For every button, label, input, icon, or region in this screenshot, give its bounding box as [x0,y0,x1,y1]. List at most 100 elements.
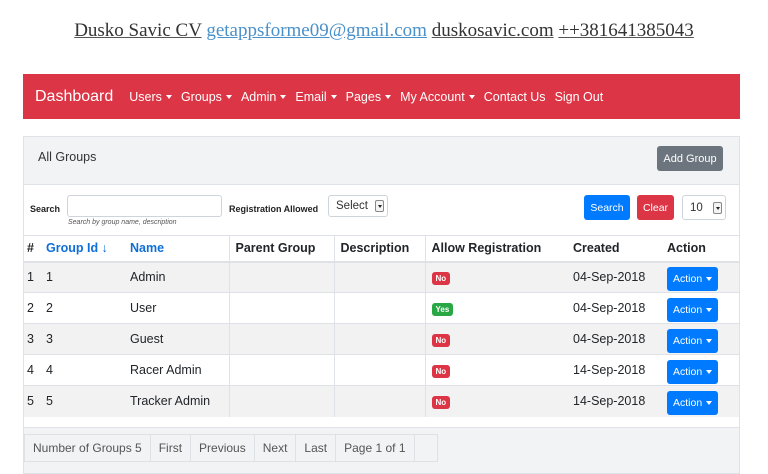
row-number: 1 [24,261,40,293]
created-cell: 14-Sep-2018 [567,385,661,417]
pagination-spacer [415,435,437,461]
nav-item-pages[interactable]: Pages [345,89,392,104]
pagination-first[interactable]: First [151,435,192,461]
action-dropdown-button[interactable]: Action [667,359,719,384]
allow-registration-cell: No [424,323,567,355]
group-id-cell: 4 [40,354,124,386]
row-number: 2 [24,292,40,324]
parent-group-cell [228,261,334,293]
group-id-cell: 5 [40,385,124,417]
action-dropdown-button[interactable]: Action [667,328,719,353]
nav-item-sign-out[interactable]: Sign Out [555,90,604,104]
action-cell: Action [661,261,739,293]
col-header-group-id[interactable]: Group Id ↓ [40,235,124,263]
caret-down-icon [280,94,287,99]
search-hint: Search by group name, description [68,219,177,226]
groups-card: All Groups Add Group Search Search by gr… [23,136,740,474]
chevron-down-icon [375,200,384,212]
parent-group-cell [228,385,334,417]
table-row: 2 2 User Yes 04-Sep-2018 Action [24,292,739,324]
action-cell: Action [661,354,739,386]
nav-item-admin[interactable]: Admin [240,89,287,104]
chevron-down-icon [713,201,722,214]
action-label: Action [673,272,703,285]
row-number: 4 [24,354,40,386]
cv-header: Dusko Savic CV getappsforme09@gmail.com … [0,20,768,42]
action-label: Action [673,334,703,347]
action-label: Action [673,365,703,378]
clear-button[interactable]: Clear [637,195,674,220]
description-cell [333,292,425,324]
nav-brand-dashboard[interactable]: Dashboard [35,88,113,106]
pagination-last[interactable]: Last [296,435,337,461]
cv-name: Dusko Savic CV [74,20,202,41]
row-number: 5 [24,385,40,417]
status-badge: No [431,364,451,378]
action-dropdown-button[interactable]: Action [667,390,719,415]
nav-item-users[interactable]: Users [129,90,172,104]
status-badge: No [431,395,451,409]
nav-item-label: Sign Out [554,89,604,104]
action-cell: Action [661,292,739,324]
description-cell [333,385,425,417]
action-dropdown-button[interactable]: Action [667,266,719,291]
pagination-previous[interactable]: Previous [191,435,255,461]
card-title: All Groups [38,150,97,164]
action-dropdown-button[interactable]: Action [667,297,719,322]
created-cell: 04-Sep-2018 [567,323,661,355]
nav-item-label: Admin [240,89,277,104]
page-size-value: 10 [690,201,703,214]
caret-down-icon [165,94,172,99]
nav-item-label: My Account [400,89,465,104]
action-cell: Action [661,385,739,417]
allow-registration-cell: No [424,261,567,293]
created-cell: 04-Sep-2018 [567,261,661,293]
table-row: 5 5 Tracker Admin No 14-Sep-2018 Action [24,385,739,417]
caret-down-icon [706,369,713,374]
col-header-description: Description [333,235,425,263]
caret-down-icon [706,276,713,281]
description-cell [333,261,425,293]
caret-down-icon [330,94,337,99]
action-label: Action [673,396,703,409]
page-size-select[interactable]: 10 [682,195,726,220]
col-header-allow-registration: Allow Registration [424,235,567,263]
nav-item-label: Pages [345,89,382,104]
col-header-parent-group: Parent Group [228,235,334,263]
caret-down-icon [706,400,713,405]
nav-item-groups[interactable]: Groups [181,90,232,104]
nav-item-my-account[interactable]: My Account [400,90,475,104]
description-cell [333,323,425,355]
cv-site-link[interactable]: duskosavic.com [432,20,554,41]
col-header-name[interactable]: Name [124,235,229,263]
registration-allowed-select[interactable]: Select [328,195,388,217]
table-row: 4 4 Racer Admin No 14-Sep-2018 Action [24,354,739,386]
parent-group-cell [228,292,334,324]
parent-group-cell [228,323,334,355]
description-cell [333,354,425,386]
search-input[interactable] [67,195,222,217]
caret-down-icon [225,94,232,99]
nav-item-label: Groups [180,89,222,104]
search-button[interactable]: Search [584,195,630,220]
allow-registration-cell: No [424,354,567,386]
groups-table: # Group Id ↓ Name Parent Group Descripti… [24,235,739,417]
table-row: 1 1 Admin No 04-Sep-2018 Action [24,261,739,293]
group-name-cell: User [124,292,229,324]
parent-group-cell [228,354,334,386]
group-id-cell: 1 [40,261,124,293]
created-cell: 04-Sep-2018 [567,292,661,324]
status-badge: No [431,271,451,285]
pagination-next[interactable]: Next [255,435,297,461]
group-name-cell: Guest [124,323,229,355]
cv-email-link[interactable]: getappsforme09@gmail.com [206,20,427,41]
group-id-cell: 3 [40,323,124,355]
col-header-action: Action [661,235,739,263]
nav-item-email[interactable]: Email [295,90,337,104]
pagination: Number of Groups 5 First Previous Next L… [24,434,438,462]
nav-item-contact-us[interactable]: Contact Us [484,90,546,104]
add-group-button[interactable]: Add Group [657,146,723,171]
pagination-count: Number of Groups 5 [25,435,151,461]
cv-phone: ++381641385043 [558,20,694,41]
group-name-cell: Tracker Admin [124,385,229,417]
